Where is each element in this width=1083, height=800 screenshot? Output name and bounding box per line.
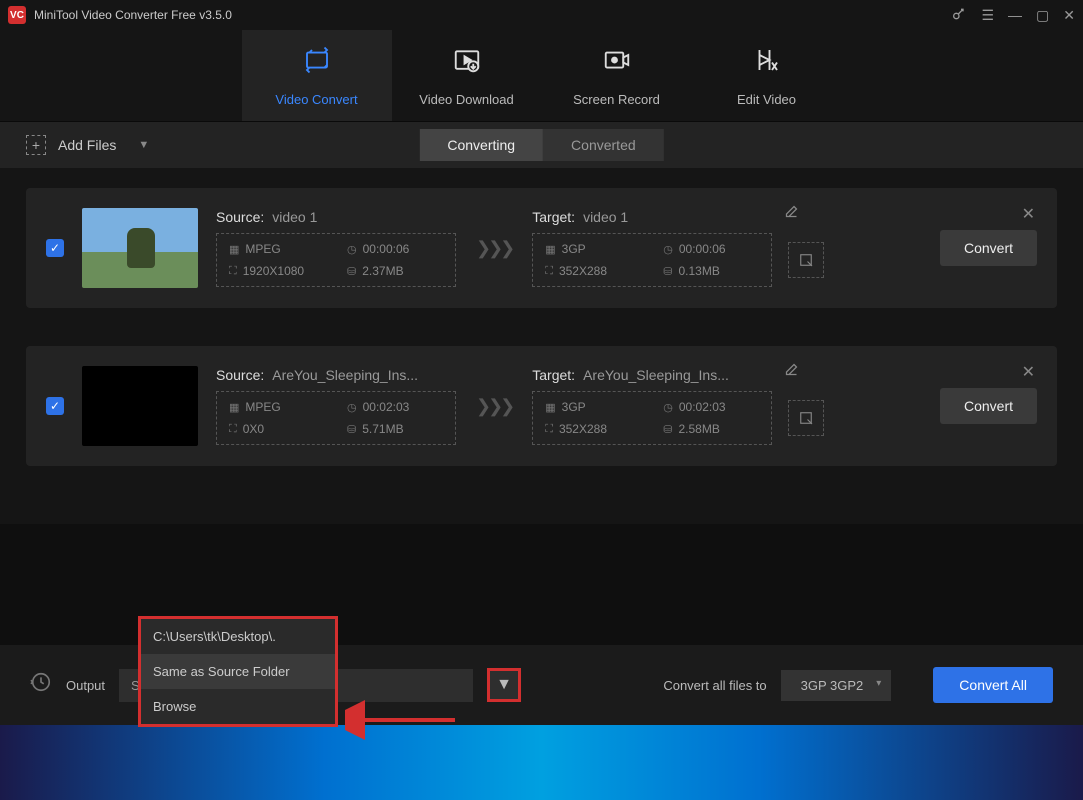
app-title: MiniTool Video Converter Free v3.5.0 [34,8,951,22]
target-label: Target: [532,209,575,225]
dropdown-item-path[interactable]: C:\Users\tk\Desktop\. [141,619,335,654]
dropdown-item-same-as-source[interactable]: Same as Source Folder [141,654,335,689]
film-icon: ▦ [229,243,239,256]
target-name: video 1 [583,209,628,225]
disk-icon: ⛁ [347,423,356,436]
convert-icon [302,45,332,82]
film-icon: ▦ [545,243,555,256]
add-files-button[interactable]: + Add Files ▼ [26,135,149,155]
desktop-background [0,725,1083,800]
clock-icon: ◷ [663,401,673,414]
output-dropdown-menu: C:\Users\tk\Desktop\. Same as Source Fol… [138,616,338,727]
arrow-icon: ❯❯❯ [476,396,512,417]
key-icon[interactable] [951,6,967,25]
resolution-icon: ⛶ [229,265,237,278]
target-details: ▦3GP ◷00:02:03 ⛶352X288 ⛁2.58MB [532,391,772,445]
video-thumbnail[interactable] [82,208,198,288]
edit-target-button[interactable] [788,400,824,436]
plus-icon: + [26,135,46,155]
source-label: Source: [216,209,264,225]
app-icon: VC [8,6,26,24]
resolution-icon: ⛶ [545,423,553,436]
file-card: ✓ Source: AreYou_Sleeping_Ins... ▦MPEG ◷0… [26,346,1057,466]
resolution-icon: ⛶ [229,423,237,436]
tab-screen-record[interactable]: Screen Record [542,30,692,121]
edit-icon[interactable] [784,204,799,222]
film-icon: ▦ [229,401,239,414]
target-name: AreYou_Sleeping_Ins... [583,367,729,383]
select-checkbox[interactable]: ✓ [46,239,64,257]
edit-icon [752,45,782,82]
video-thumbnail[interactable] [82,366,198,446]
remove-button[interactable]: ✕ [1022,204,1035,224]
clock-icon: ◷ [347,401,357,414]
clock-icon: ◷ [663,243,673,256]
output-dropdown-button[interactable]: ▼ [487,668,521,702]
menu-icon[interactable]: ☰ [981,7,994,24]
tab-video-convert[interactable]: Video Convert [242,30,392,121]
close-button[interactable]: ✕ [1063,7,1075,24]
clock-icon: ◷ [347,243,357,256]
resolution-icon: ⛶ [545,265,553,278]
edit-icon[interactable] [784,362,799,380]
tab-video-download[interactable]: Video Download [392,30,542,121]
target-details: ▦3GP ◷00:00:06 ⛶352X288 ⛁0.13MB [532,233,772,287]
tab-label: Video Convert [275,92,357,107]
disk-icon: ⛁ [663,265,672,278]
disk-icon: ⛁ [347,265,356,278]
tab-label: Edit Video [737,92,796,107]
source-details: ▦MPEG ◷00:02:03 ⛶0X0 ⛁5.71MB [216,391,456,445]
main-tabs: Video Convert Video Download Screen Reco… [0,30,1083,122]
film-icon: ▦ [545,401,555,414]
source-label: Source: [216,367,264,383]
minimize-button[interactable]: — [1008,7,1022,23]
maximize-button[interactable]: ▢ [1036,7,1049,24]
window-controls: ☰ — ▢ ✕ [951,6,1075,25]
add-files-label: Add Files [58,137,116,153]
tab-converted[interactable]: Converted [543,129,664,161]
remove-button[interactable]: ✕ [1022,362,1035,382]
record-icon [602,45,632,82]
source-name: video 1 [272,209,317,225]
convert-button[interactable]: Convert [940,388,1037,424]
tab-label: Screen Record [573,92,660,107]
toolbar: + Add Files ▼ Converting Converted [0,122,1083,168]
edit-target-button[interactable] [788,242,824,278]
file-card: ✓ Source: video 1 ▦MPEG ◷00:00:06 ⛶1920X1… [26,188,1057,308]
download-icon [452,45,482,82]
dropdown-item-browse[interactable]: Browse [141,689,335,724]
tab-edit-video[interactable]: Edit Video [692,30,842,121]
tab-label: Video Download [419,92,513,107]
convert-all-label: Convert all files to [663,678,766,693]
status-tab-switch: Converting Converted [419,129,663,161]
footer-bar: Output Same as Source Folder ▼ Convert a… [0,645,1083,725]
source-details: ▦MPEG ◷00:00:06 ⛶1920X1080 ⛁2.37MB [216,233,456,287]
history-icon[interactable] [30,671,52,699]
target-label: Target: [532,367,575,383]
arrow-icon: ❯❯❯ [476,238,512,259]
titlebar: VC MiniTool Video Converter Free v3.5.0 … [0,0,1083,30]
disk-icon: ⛁ [663,423,672,436]
source-name: AreYou_Sleeping_Ins... [272,367,418,383]
chevron-down-icon[interactable]: ▼ [138,139,149,151]
convert-all-button[interactable]: Convert All [933,667,1053,703]
output-label: Output [66,678,105,693]
tab-converting[interactable]: Converting [419,129,543,161]
convert-button[interactable]: Convert [940,230,1037,266]
file-list: ✓ Source: video 1 ▦MPEG ◷00:00:06 ⛶1920X1… [0,168,1083,524]
format-select[interactable]: 3GP 3GP2 [781,670,892,701]
select-checkbox[interactable]: ✓ [46,397,64,415]
